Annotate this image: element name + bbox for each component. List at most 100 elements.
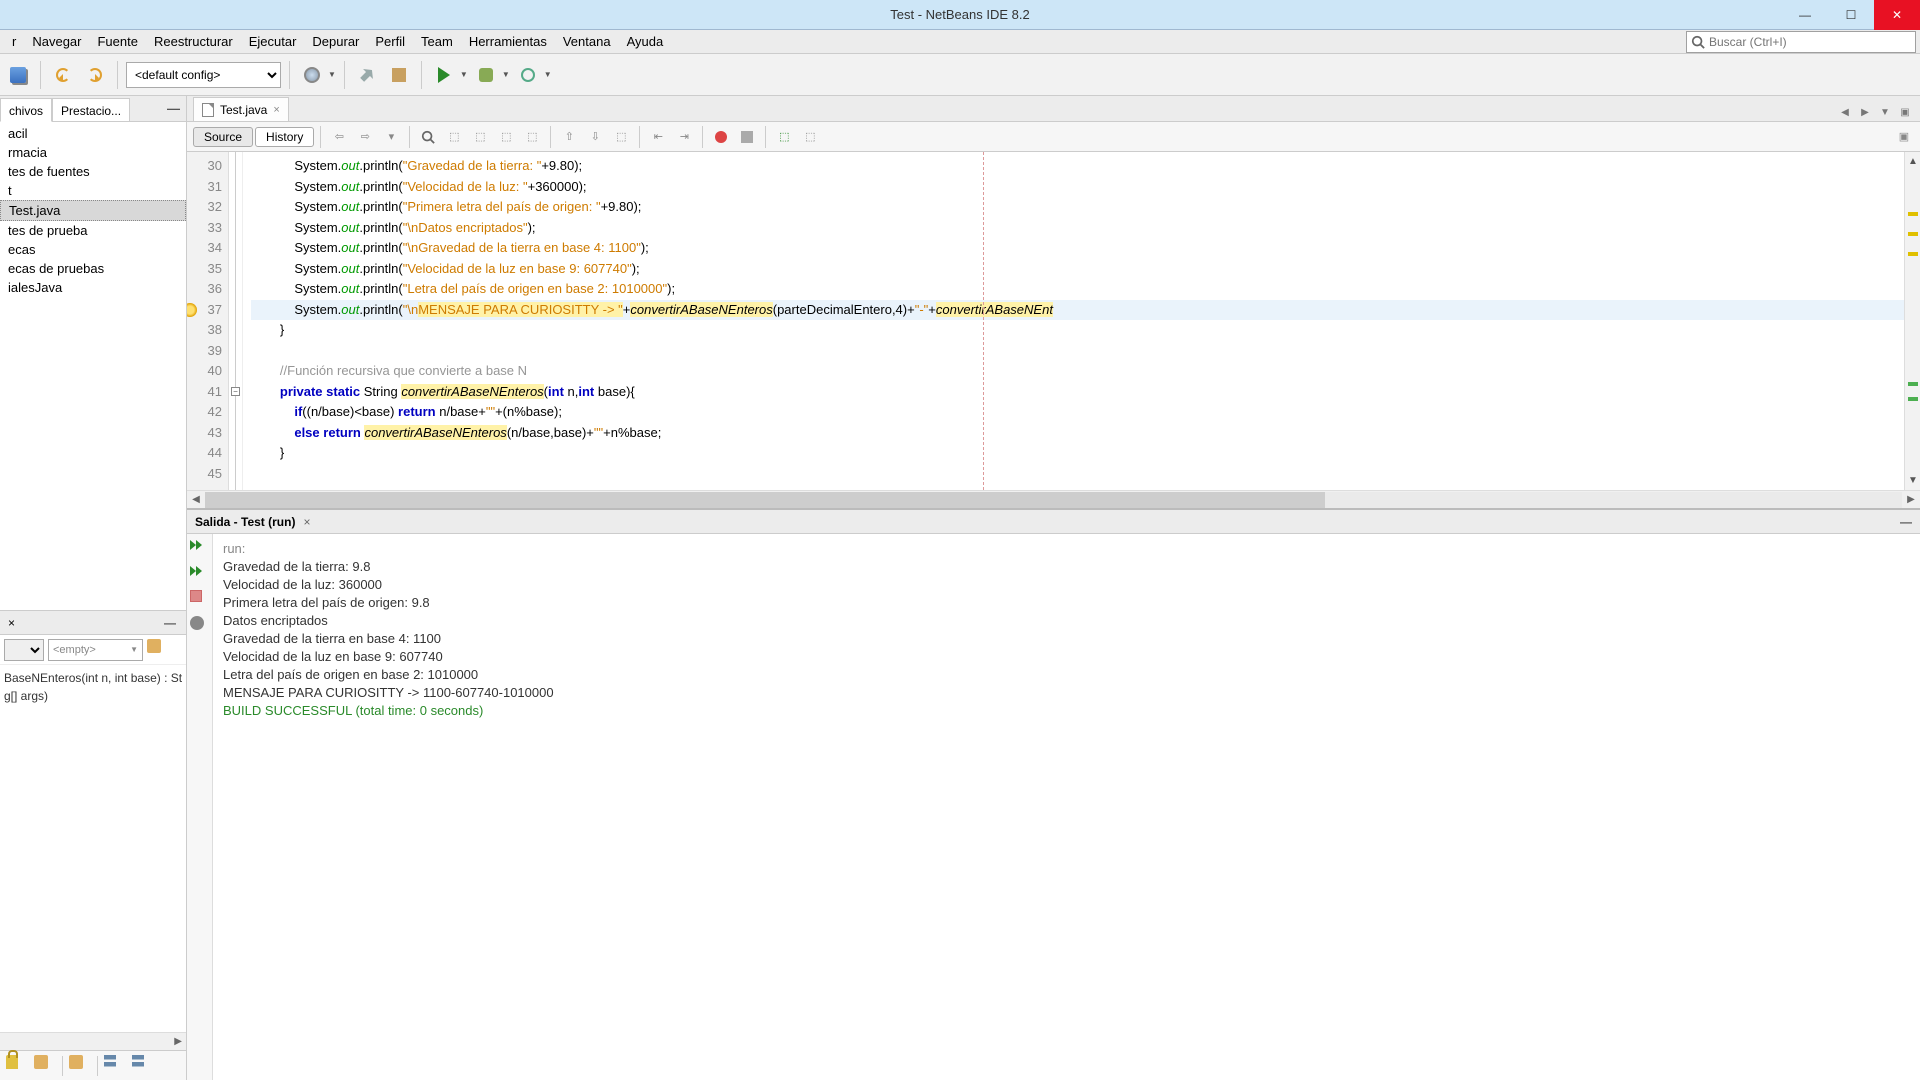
debug-button[interactable]	[472, 61, 500, 89]
tree-item[interactable]: tes de prueba	[0, 221, 186, 240]
project-tree[interactable]: acilrmaciates de fuentestTest.javates de…	[0, 122, 186, 610]
hscroll-right-button[interactable]: ▶	[1902, 492, 1920, 508]
comment-button[interactable]: ⬚	[772, 125, 796, 149]
code-line[interactable]: System.out.println("\nMENSAJE PARA CURIO…	[251, 300, 1904, 321]
nav-tree-button[interactable]	[69, 1055, 91, 1077]
history-view-button[interactable]: History	[255, 127, 314, 147]
menu-team[interactable]: Team	[413, 30, 461, 54]
redo-button[interactable]	[81, 61, 109, 89]
tree-item[interactable]: ecas de pruebas	[0, 259, 186, 278]
select-button[interactable]: ⬚	[520, 125, 544, 149]
navigator-view-button[interactable]	[147, 639, 169, 661]
member-row[interactable]: g[] args)	[4, 687, 182, 705]
run-config-select[interactable]: <default config>	[126, 62, 281, 88]
code-line[interactable]: System.out.println("Letra del país de or…	[251, 279, 1904, 300]
profile-button[interactable]	[514, 61, 542, 89]
navigator-members[interactable]: BaseNEnteros(int n, int base) : Stg[] ar…	[0, 665, 186, 1032]
window-maximize-button[interactable]: ☐	[1828, 0, 1874, 30]
tab-prev-button[interactable]: ◀	[1836, 103, 1854, 121]
menu-perfil[interactable]: Perfil	[367, 30, 413, 54]
code-area[interactable]: System.out.println("Gravedad de la tierr…	[243, 152, 1904, 490]
output-settings-button[interactable]	[190, 616, 210, 636]
tree-item[interactable]: t	[0, 181, 186, 200]
nav-sort-button[interactable]	[104, 1055, 126, 1077]
nav-lock-button[interactable]	[6, 1055, 28, 1077]
build-button[interactable]	[353, 61, 381, 89]
shift-left-button[interactable]: ⇤	[646, 125, 670, 149]
tree-item[interactable]: tes de fuentes	[0, 162, 186, 181]
editor-hscrollbar[interactable]: ◀ ▶	[187, 490, 1920, 508]
member-row[interactable]: BaseNEnteros(int n, int base) : St	[4, 669, 182, 687]
tree-item[interactable]: ialesJava	[0, 278, 186, 297]
output-rerun-button[interactable]	[190, 538, 210, 558]
window-minimize-button[interactable]: —	[1782, 0, 1828, 30]
menu-fuente[interactable]: Fuente	[89, 30, 145, 54]
services-tab[interactable]: Prestacio...	[52, 98, 130, 122]
editor-tab-test[interactable]: Test.java ×	[193, 97, 289, 121]
menu-herramientas[interactable]: Herramientas	[461, 30, 555, 54]
menu-ventana[interactable]: Ventana	[555, 30, 619, 54]
tab-list-button[interactable]: ▼	[1876, 103, 1894, 121]
error-stripe[interactable]: ▲ ▼	[1904, 152, 1920, 490]
save-all-button[interactable]	[4, 61, 32, 89]
back-button[interactable]: ⇦	[327, 125, 351, 149]
menu-ayuda[interactable]: Ayuda	[619, 30, 672, 54]
browser-button[interactable]	[298, 61, 326, 89]
warning-mark[interactable]	[1908, 232, 1918, 236]
output-text[interactable]: run:Gravedad de la tierra: 9.8Velocidad …	[213, 534, 1920, 1080]
code-line[interactable]: //Función recursiva que convierte a base…	[251, 361, 1904, 382]
forward-button[interactable]: ⇨	[353, 125, 377, 149]
global-search[interactable]	[1686, 31, 1916, 53]
output-stop-button[interactable]	[190, 590, 210, 610]
line-gutter[interactable]: 30313233343536373839404142434445	[187, 152, 229, 490]
prev-bookmark-button[interactable]: ⇧	[557, 125, 581, 149]
scroll-up-icon[interactable]: ▲	[1908, 156, 1918, 167]
output-close-button[interactable]: ×	[303, 515, 310, 529]
editor-tab-close-button[interactable]: ×	[273, 104, 279, 116]
scroll-down-icon[interactable]: ▼	[1908, 475, 1918, 486]
hscroll-thumb[interactable]	[205, 492, 1325, 508]
navigator-minimize-button[interactable]: —	[158, 616, 182, 630]
find-next-button[interactable]: ⬚	[468, 125, 492, 149]
macro-stop-button[interactable]	[735, 125, 759, 149]
menu-depurar[interactable]: Depurar	[304, 30, 367, 54]
tab-maximize-button[interactable]: ▣	[1896, 103, 1914, 121]
navigator-scope-select[interactable]	[4, 639, 44, 661]
code-line[interactable]: System.out.println("\nDatos encriptados"…	[251, 218, 1904, 239]
tree-item[interactable]: Test.java	[0, 200, 186, 221]
find-prev-button[interactable]: ⬚	[442, 125, 466, 149]
undo-button[interactable]	[49, 61, 77, 89]
window-close-button[interactable]: ✕	[1874, 0, 1920, 30]
panel-minimize-button[interactable]: —	[161, 101, 186, 116]
navigator-close-button[interactable]: ×	[8, 616, 15, 630]
tree-item[interactable]: ecas	[0, 240, 186, 259]
code-line[interactable]: System.out.println("Gravedad de la tierr…	[251, 156, 1904, 177]
tree-item[interactable]: rmacia	[0, 143, 186, 162]
nav-pkg-button[interactable]	[34, 1055, 56, 1077]
run-button[interactable]	[430, 61, 458, 89]
code-line[interactable]: if((n/base)<base) return n/base+""+(n%ba…	[251, 402, 1904, 423]
dropdown-button[interactable]: ▾	[379, 125, 403, 149]
output-run-button[interactable]	[190, 564, 210, 584]
warning-mark[interactable]	[1908, 252, 1918, 256]
menu-r[interactable]: r	[4, 30, 24, 54]
toggle-bookmark-button[interactable]: ⬚	[609, 125, 633, 149]
tab-next-button[interactable]: ▶	[1856, 103, 1874, 121]
hscroll-left-button[interactable]: ◀	[187, 492, 205, 508]
next-bookmark-button[interactable]: ⇩	[583, 125, 607, 149]
code-line[interactable]: System.out.println("\nGravedad de la tie…	[251, 238, 1904, 259]
code-editor[interactable]: 30313233343536373839404142434445 − Syste…	[187, 152, 1920, 490]
fold-column[interactable]: −	[229, 152, 243, 490]
ok-mark[interactable]	[1908, 397, 1918, 401]
code-line[interactable]: System.out.println("Velocidad de la luz:…	[251, 177, 1904, 198]
warning-mark[interactable]	[1908, 212, 1918, 216]
uncomment-button[interactable]: ⬚	[798, 125, 822, 149]
code-line[interactable]: System.out.println("Velocidad de la luz …	[251, 259, 1904, 280]
code-line[interactable]: else return convertirABaseNEnteros(n/bas…	[251, 423, 1904, 444]
menu-ejecutar[interactable]: Ejecutar	[241, 30, 305, 54]
code-line[interactable]: private static String convertirABaseNEnt…	[251, 382, 1904, 403]
navigator-hscroll[interactable]: ▶	[0, 1032, 186, 1050]
clean-build-button[interactable]	[385, 61, 413, 89]
code-line[interactable]	[251, 341, 1904, 362]
find-button[interactable]	[416, 125, 440, 149]
